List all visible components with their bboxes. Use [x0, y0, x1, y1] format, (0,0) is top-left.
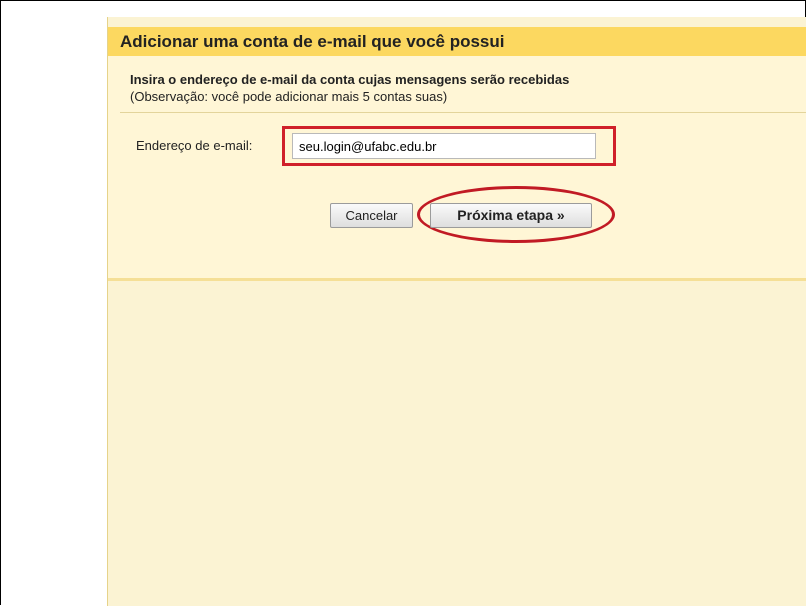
divider — [120, 112, 806, 113]
email-field[interactable] — [292, 133, 596, 159]
add-email-account-dialog: Adicionar uma conta de e-mail que você p… — [107, 17, 806, 606]
dialog-title: Adicionar uma conta de e-mail que você p… — [120, 32, 505, 51]
note-text: (Observação: você pode adicionar mais 5 … — [130, 89, 448, 104]
dialog-form-panel: Insira o endereço de e-mail da conta cuj… — [108, 56, 806, 281]
instruction-text: Insira o endereço de e-mail da conta cuj… — [130, 72, 570, 87]
cancel-button[interactable]: Cancelar — [330, 203, 413, 228]
dialog-title-bar: Adicionar uma conta de e-mail que você p… — [108, 27, 806, 56]
next-step-button[interactable]: Próxima etapa » — [430, 203, 592, 228]
email-field-label: Endereço de e-mail: — [136, 138, 253, 153]
